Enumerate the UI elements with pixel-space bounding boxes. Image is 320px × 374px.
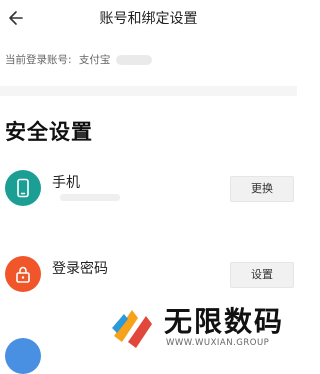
change-phone-button[interactable]: 更换	[230, 176, 294, 202]
section-title: 安全设置	[5, 120, 93, 144]
next-row-icon	[5, 338, 41, 374]
current-account: 当前登录账号: 支付宝	[5, 52, 152, 67]
watermark-url: WWW.WUXIAN.GROUP	[166, 338, 270, 348]
login-password-label: 登录密码	[52, 261, 108, 277]
watermark-logo-icon	[112, 310, 152, 348]
header: 账号和绑定设置	[0, 0, 297, 36]
lock-icon-circle	[5, 256, 41, 292]
lock-icon	[16, 266, 30, 283]
account-value: 支付宝	[78, 54, 111, 66]
section-divider	[0, 86, 297, 96]
phone-label: 手机	[52, 175, 80, 191]
login-password-row[interactable]: 登录密码 设置	[0, 256, 297, 302]
page-title: 账号和绑定设置	[99, 11, 198, 27]
phone-number-blur	[60, 194, 120, 201]
account-label: 当前登录账号:	[5, 54, 72, 66]
set-password-button[interactable]: 设置	[230, 262, 294, 288]
watermark: 无限数码 WWW.WUXIAN.GROUP	[108, 300, 298, 352]
phone-icon	[17, 178, 29, 198]
phone-icon-circle	[5, 170, 41, 206]
account-blur	[115, 55, 152, 65]
watermark-name: 无限数码	[164, 305, 285, 338]
phone-row[interactable]: 手机 更换	[0, 170, 297, 216]
